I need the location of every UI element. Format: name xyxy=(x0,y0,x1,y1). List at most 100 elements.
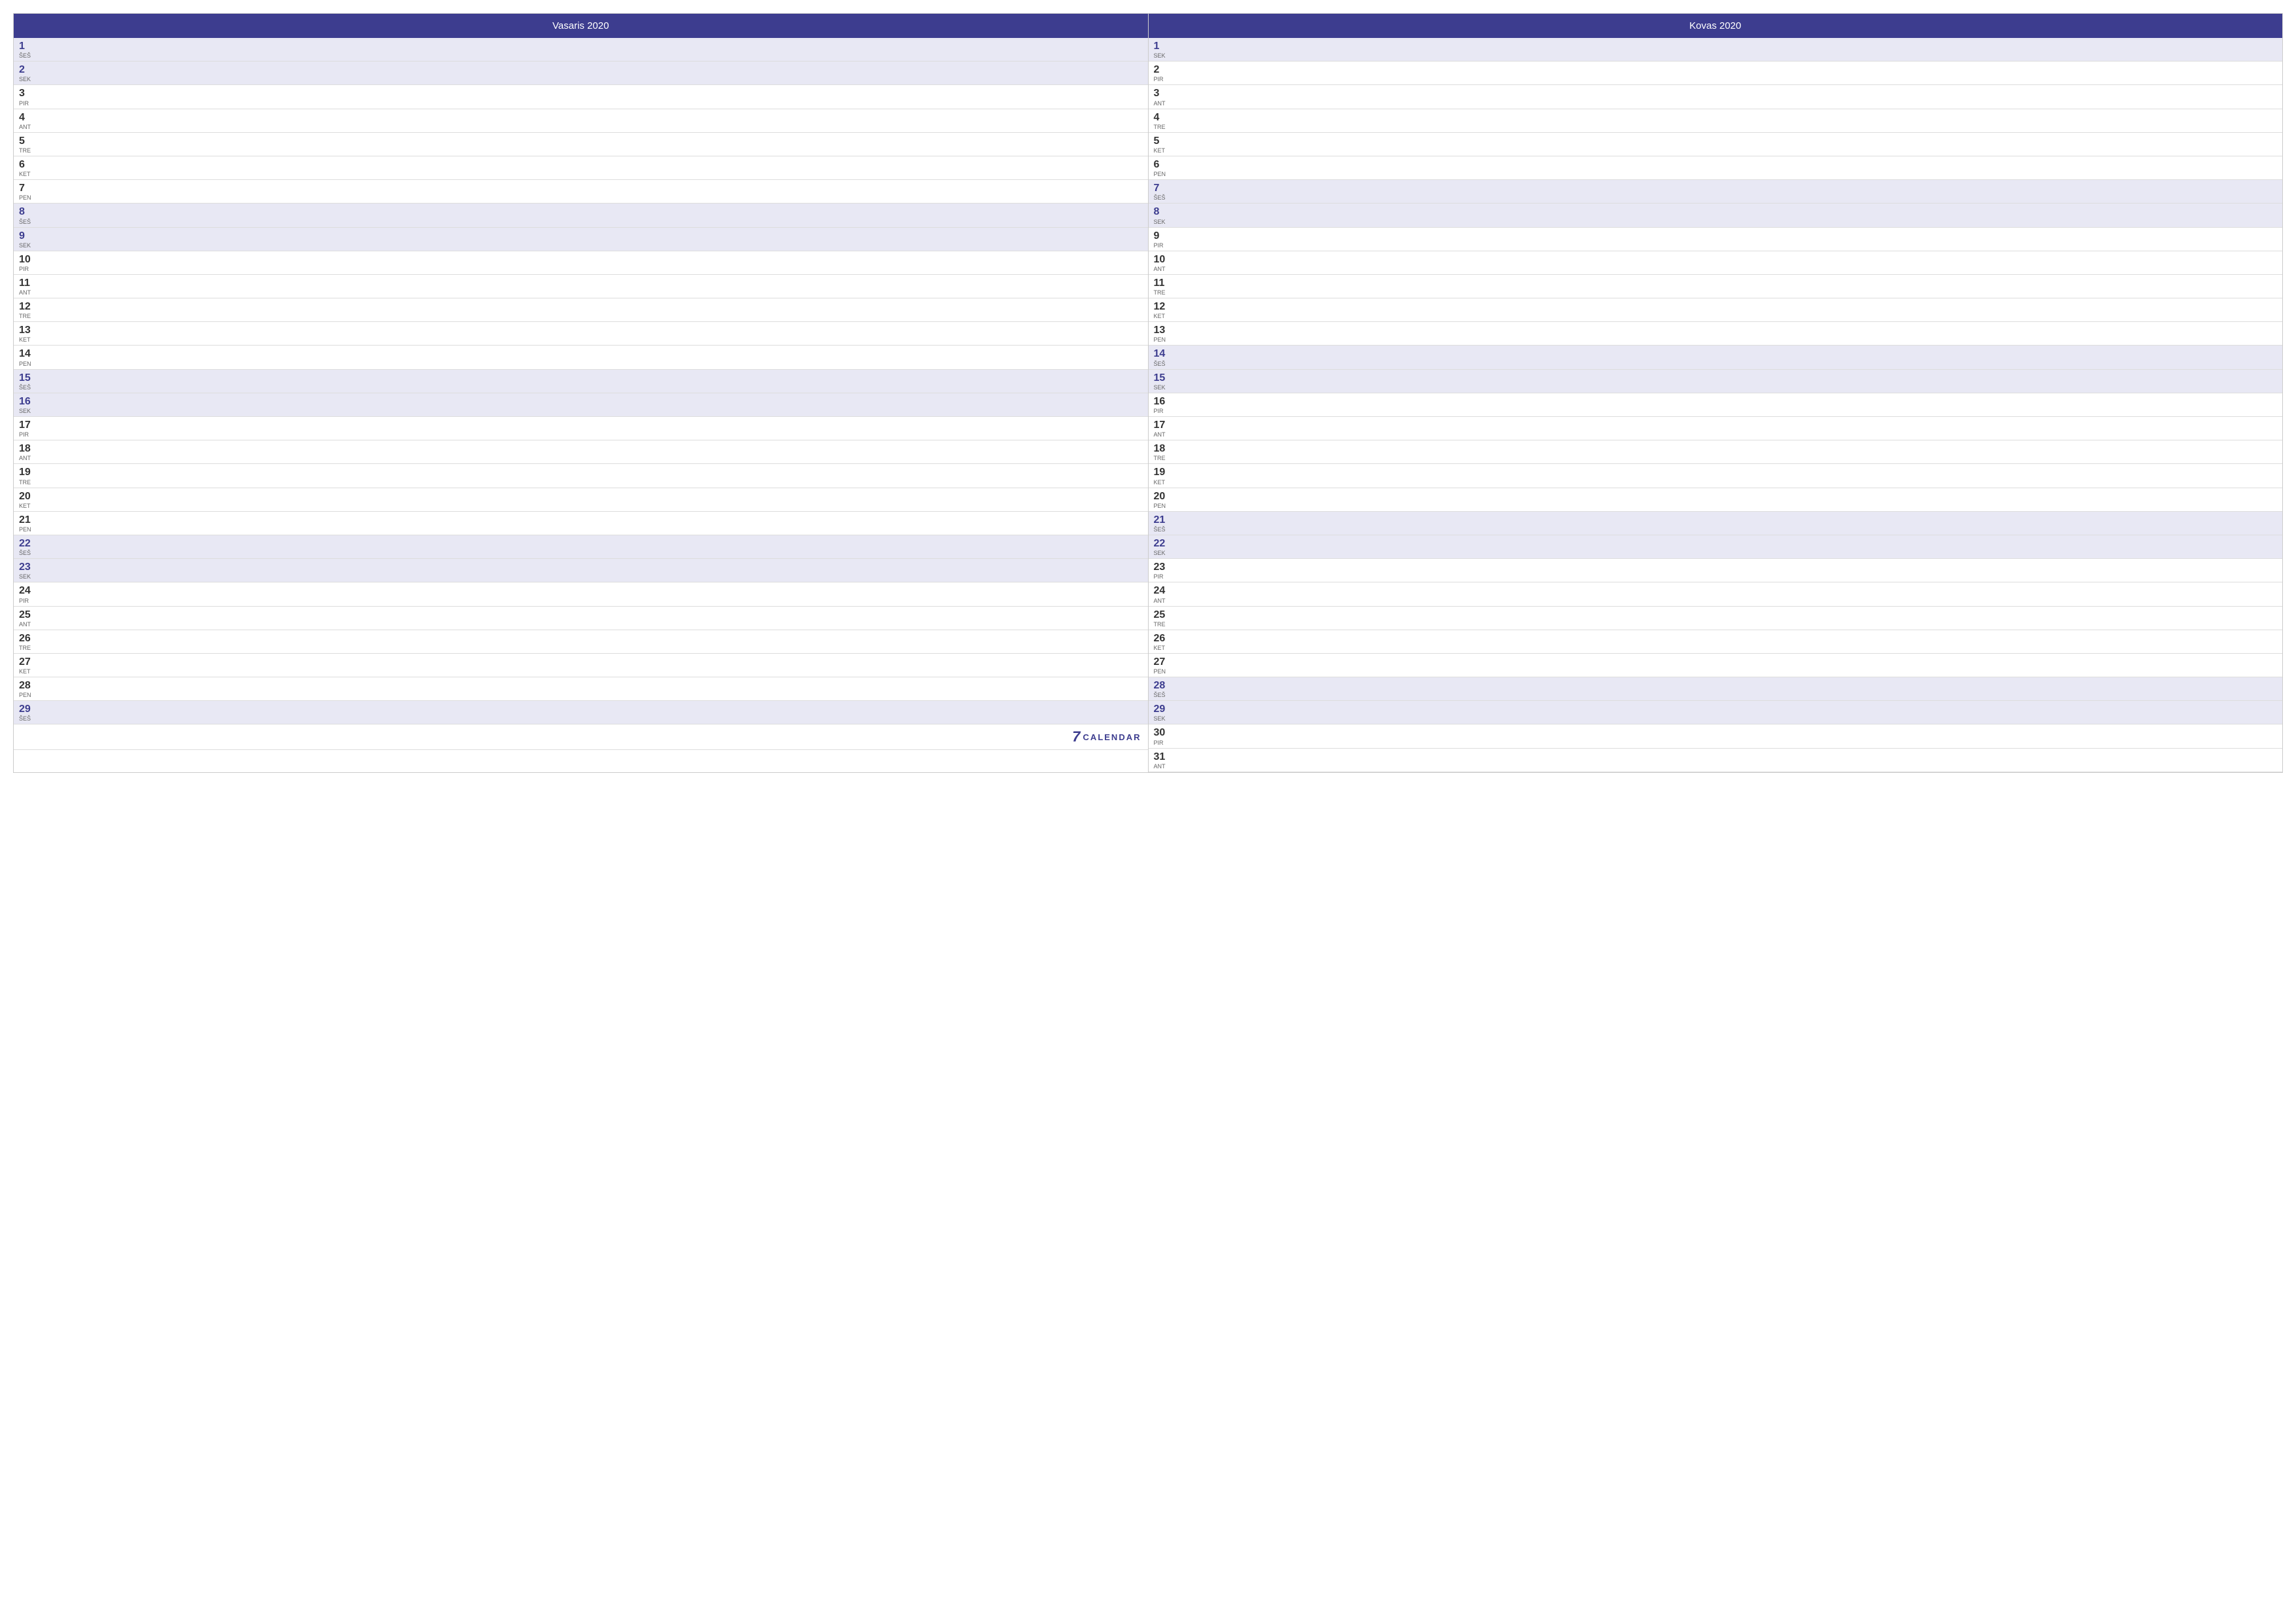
day-row: 15ŠEŠ xyxy=(14,370,1148,393)
day-name-label: ŠEŠ xyxy=(19,715,37,722)
day-number: 3 xyxy=(1154,87,1172,99)
day-name-label: ANT xyxy=(1154,597,1172,604)
day-name-label: SEK xyxy=(19,408,37,414)
day-number: 29 xyxy=(19,703,37,715)
day-name-label: KET xyxy=(19,171,37,177)
brand-footer: 7CALENDAR xyxy=(14,724,1148,750)
day-row: 28ŠEŠ xyxy=(1149,677,2283,701)
day-number: 22 xyxy=(1154,537,1172,550)
day-name-label: PEN xyxy=(1154,336,1172,343)
day-row: 19TRE xyxy=(14,464,1148,488)
day-row: 13PEN xyxy=(1149,322,2283,346)
day-number: 10 xyxy=(19,253,37,266)
day-name-label: ANT xyxy=(1154,266,1172,272)
calendar-container: Vasaris 20201ŠEŠ2SEK3PIR4ANT5TRE6KET7PEN… xyxy=(13,13,2283,773)
day-number: 21 xyxy=(1154,514,1172,526)
day-row: 8ŠEŠ xyxy=(14,204,1148,227)
day-name-label: PEN xyxy=(19,526,37,533)
day-row: 14PEN xyxy=(14,346,1148,369)
day-number: 28 xyxy=(19,679,37,692)
day-name-label: SEK xyxy=(19,76,37,82)
day-number: 17 xyxy=(1154,419,1172,431)
day-number: 6 xyxy=(19,158,37,171)
day-row: 30PIR xyxy=(1149,724,2283,748)
calendar-brand: 7CALENDAR xyxy=(1072,728,1141,745)
day-row: 1ŠEŠ xyxy=(14,38,1148,62)
day-name-label: TRE xyxy=(1154,455,1172,461)
day-row: 5TRE xyxy=(14,133,1148,156)
day-name-label: PEN xyxy=(19,361,37,367)
day-number: 1 xyxy=(1154,40,1172,52)
day-row: 21PEN xyxy=(14,512,1148,535)
day-number: 11 xyxy=(1154,277,1172,289)
day-name-label: ANT xyxy=(19,124,37,130)
day-name-label: TRE xyxy=(1154,289,1172,296)
day-number: 3 xyxy=(19,87,37,99)
day-number: 18 xyxy=(19,442,37,455)
day-number: 31 xyxy=(1154,751,1172,763)
day-name-label: TRE xyxy=(19,313,37,319)
day-name-label: KET xyxy=(1154,313,1172,319)
day-row: 18ANT xyxy=(14,440,1148,464)
day-row: 9PIR xyxy=(1149,228,2283,251)
day-name-label: PIR xyxy=(19,266,37,272)
day-name-label: ŠEŠ xyxy=(1154,361,1172,367)
day-row: 22SEK xyxy=(1149,535,2283,559)
month-column-vasaris: Vasaris 20201ŠEŠ2SEK3PIR4ANT5TRE6KET7PEN… xyxy=(14,14,1149,772)
day-number: 9 xyxy=(19,230,37,242)
day-name-label: SEK xyxy=(1154,219,1172,225)
day-row: 3ANT xyxy=(1149,85,2283,109)
day-row: 2SEK xyxy=(14,62,1148,85)
day-row: 20PEN xyxy=(1149,488,2283,512)
day-number: 8 xyxy=(1154,205,1172,218)
day-row: 23PIR xyxy=(1149,559,2283,582)
day-name-label: SEK xyxy=(1154,715,1172,722)
day-row: 28PEN xyxy=(14,677,1148,701)
day-row: 12KET xyxy=(1149,298,2283,322)
day-name-label: PIR xyxy=(1154,76,1172,82)
day-row: 26TRE xyxy=(14,630,1148,654)
day-row: 12TRE xyxy=(14,298,1148,322)
day-number: 5 xyxy=(1154,135,1172,147)
day-name-label: ANT xyxy=(1154,431,1172,438)
day-number: 30 xyxy=(1154,726,1172,739)
day-row: 31ANT xyxy=(1149,749,2283,772)
day-row: 1SEK xyxy=(1149,38,2283,62)
month-header-vasaris: Vasaris 2020 xyxy=(14,14,1148,38)
day-name-label: KET xyxy=(1154,147,1172,154)
day-name-label: KET xyxy=(19,336,37,343)
day-name-label: PEN xyxy=(1154,171,1172,177)
day-row: 25ANT xyxy=(14,607,1148,630)
day-number: 14 xyxy=(19,348,37,360)
day-row: 22ŠEŠ xyxy=(14,535,1148,559)
day-name-label: ŠEŠ xyxy=(1154,194,1172,201)
day-name-label: PIR xyxy=(1154,408,1172,414)
day-number: 25 xyxy=(19,609,37,621)
day-row: 16SEK xyxy=(14,393,1148,417)
day-name-label: ŠEŠ xyxy=(1154,526,1172,533)
day-name-label: SEK xyxy=(1154,52,1172,59)
day-name-label: PIR xyxy=(19,431,37,438)
day-row: 10ANT xyxy=(1149,251,2283,275)
day-number: 19 xyxy=(1154,466,1172,478)
day-row: 8SEK xyxy=(1149,204,2283,227)
day-name-label: TRE xyxy=(1154,124,1172,130)
day-name-label: SEK xyxy=(1154,384,1172,391)
month-column-kovas: Kovas 20201SEK2PIR3ANT4TRE5KET6PEN7ŠEŠ8S… xyxy=(1149,14,2283,772)
day-name-label: PEN xyxy=(19,194,37,201)
day-row: 13KET xyxy=(14,322,1148,346)
day-name-label: KET xyxy=(19,668,37,675)
day-name-label: SEK xyxy=(19,573,37,580)
day-row: 6PEN xyxy=(1149,156,2283,180)
day-number: 1 xyxy=(19,40,37,52)
day-row: 9SEK xyxy=(14,228,1148,251)
day-name-label: ANT xyxy=(19,455,37,461)
day-number: 20 xyxy=(1154,490,1172,503)
day-row: 10PIR xyxy=(14,251,1148,275)
day-number: 17 xyxy=(19,419,37,431)
day-row: 7PEN xyxy=(14,180,1148,204)
day-number: 13 xyxy=(1154,324,1172,336)
day-name-label: TRE xyxy=(19,479,37,486)
day-number: 23 xyxy=(19,561,37,573)
day-number: 24 xyxy=(1154,584,1172,597)
